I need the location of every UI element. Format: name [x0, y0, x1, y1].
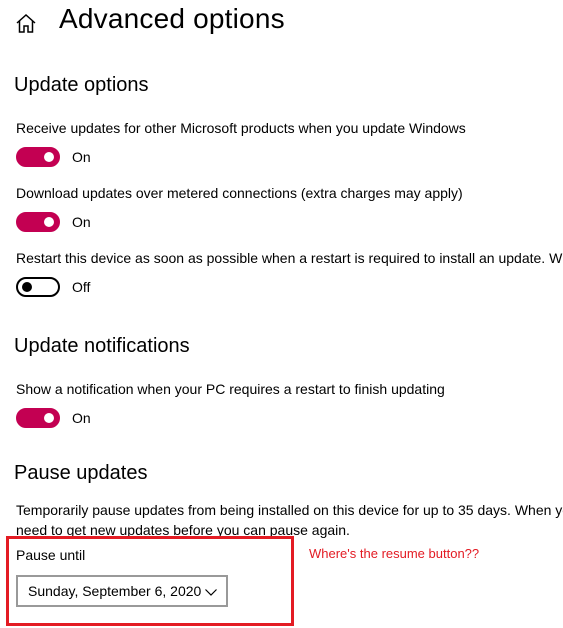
option-description: Download updates over metered connection… — [16, 185, 463, 201]
section-heading-update-options: Update options — [14, 74, 149, 96]
section-heading-pause-updates: Pause updates — [14, 462, 148, 484]
page-title: Advanced options — [59, 3, 285, 34]
toggle-knob — [44, 217, 54, 227]
toggle-switch[interactable] — [16, 212, 60, 232]
toggle-knob — [22, 282, 32, 292]
toggle-row: On — [16, 146, 91, 168]
option-description: Receive updates for other Microsoft prod… — [16, 120, 466, 136]
annotation-text: Where's the resume button?? — [309, 546, 480, 561]
toggle-state-label: On — [72, 214, 91, 230]
toggle-switch[interactable] — [16, 277, 60, 297]
toggle-state-label: On — [72, 410, 91, 426]
toggle-state-label: Off — [72, 279, 91, 295]
option-description: Restart this device as soon as possible … — [16, 250, 563, 266]
chevron-down-icon — [205, 589, 217, 596]
pause-description: Temporarily pause updates from being ins… — [16, 500, 563, 540]
toggle-knob — [44, 152, 54, 162]
toggle-switch[interactable] — [16, 408, 60, 428]
section-heading-update-notifications: Update notifications — [14, 335, 190, 357]
toggle-row: On — [16, 211, 91, 233]
toggle-row: On — [16, 407, 91, 429]
pause-until-label: Pause until — [16, 547, 86, 563]
toggle-state-label: On — [72, 149, 91, 165]
home-icon[interactable] — [14, 12, 38, 36]
pause-until-dropdown[interactable]: Sunday, September 6, 2020 — [16, 575, 228, 607]
option-description: Show a notification when your PC require… — [16, 381, 445, 397]
pause-description-line: Temporarily pause updates from being ins… — [16, 502, 563, 518]
toggle-switch[interactable] — [16, 147, 60, 167]
toggle-row: Off — [16, 276, 90, 298]
toggle-knob — [44, 413, 54, 423]
selected-date: Sunday, September 6, 2020 — [28, 583, 202, 599]
